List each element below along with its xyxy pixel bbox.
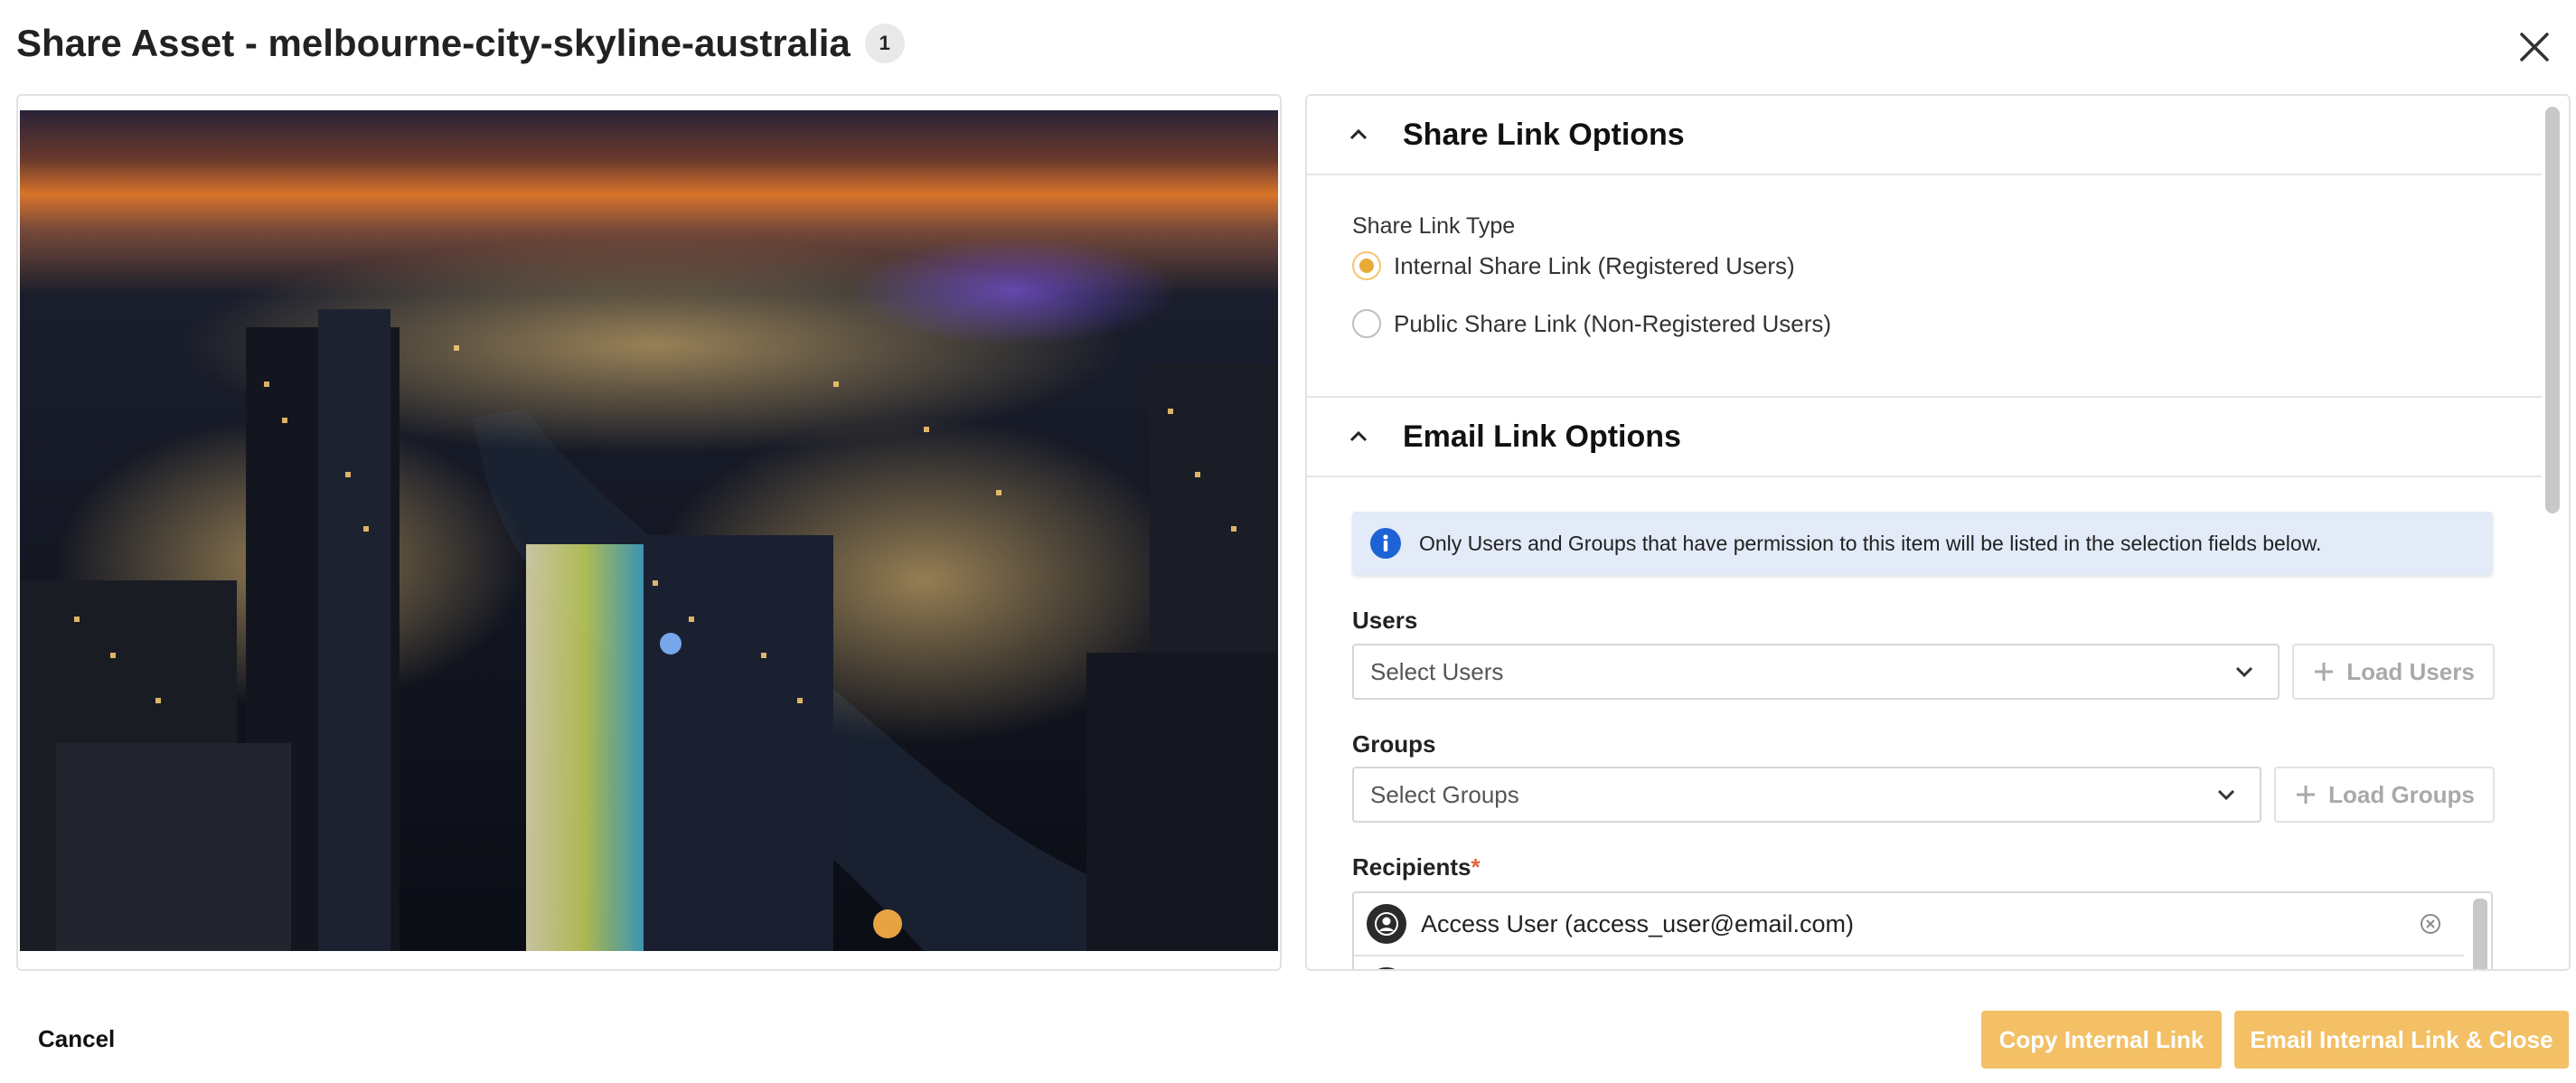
dialog-title-text: Share Asset - melbourne-city-skyline-aus… xyxy=(16,22,851,64)
close-button[interactable] xyxy=(2515,27,2554,67)
recipient-name: Access User (access_user@email.com) xyxy=(1421,909,1855,937)
options-scrollbar-thumb[interactable] xyxy=(2545,107,2560,513)
plus-icon xyxy=(2315,663,2334,681)
remove-circle-icon[interactable] xyxy=(2419,912,2442,936)
share-link-type-label: Share Link Type xyxy=(1352,213,1516,239)
dialog-title: Share Asset - melbourne-city-skyline-aus… xyxy=(16,22,905,65)
groups-select-placeholder: Select Groups xyxy=(1370,780,1519,808)
load-users-button[interactable]: Load Users xyxy=(2292,644,2495,700)
close-icon xyxy=(2520,33,2549,61)
plus-icon xyxy=(2297,786,2316,804)
share-link-options-header[interactable]: Share Link Options xyxy=(1307,96,2542,175)
recipient-item-partial xyxy=(1354,956,2464,969)
email-link-options-header[interactable]: Email Link Options xyxy=(1307,398,2542,477)
chevron-down-icon xyxy=(2213,781,2240,808)
recipients-scrollbar[interactable] xyxy=(2473,899,2487,969)
users-select-placeholder: Select Users xyxy=(1370,657,1504,685)
radio-public-button[interactable] xyxy=(1352,309,1381,338)
radio-public-label: Public Share Link (Non-Registered Users) xyxy=(1394,309,1832,337)
share-link-options-title: Share Link Options xyxy=(1403,117,1685,152)
groups-select[interactable]: Select Groups xyxy=(1352,767,2261,823)
recipients-label-text: Recipients xyxy=(1352,853,1471,881)
share-options-panel: Share Link Options Share Link Type Inter… xyxy=(1305,94,2571,971)
groups-label: Groups xyxy=(1352,730,1436,758)
required-marker: * xyxy=(1471,853,1481,881)
radio-internal-label: Internal Share Link (Registered Users) xyxy=(1394,251,1795,279)
email-internal-link-button[interactable]: Email Internal Link & Close xyxy=(2234,1011,2569,1069)
radio-public-link[interactable]: Public Share Link (Non-Registered Users) xyxy=(1352,309,1831,338)
options-scrollbar[interactable] xyxy=(2543,99,2565,965)
recipients-label: Recipients* xyxy=(1352,853,1481,881)
email-link-options-title: Email Link Options xyxy=(1403,419,1681,454)
asset-preview-panel xyxy=(16,94,1282,971)
copy-internal-link-button[interactable]: Copy Internal Link xyxy=(1981,1011,2222,1069)
cancel-button[interactable]: Cancel xyxy=(38,1025,115,1053)
asset-preview-image xyxy=(20,110,1278,951)
user-avatar-icon xyxy=(1367,904,1406,944)
users-label: Users xyxy=(1352,607,1418,634)
user-avatar-icon xyxy=(1367,967,1406,969)
permission-info-banner: Only Users and Groups that have permissi… xyxy=(1352,512,2493,575)
permission-info-text: Only Users and Groups that have permissi… xyxy=(1419,531,2322,555)
recipient-item: Access User (access_user@email.com) xyxy=(1354,893,2464,956)
load-users-label: Load Users xyxy=(2346,657,2475,685)
chevron-up-icon xyxy=(1345,423,1372,450)
radio-internal-link[interactable]: Internal Share Link (Registered Users) xyxy=(1352,251,1795,280)
users-select[interactable]: Select Users xyxy=(1352,644,2280,700)
info-icon xyxy=(1370,528,1401,559)
recipients-list[interactable]: Access User (access_user@email.com) xyxy=(1352,891,2493,969)
chevron-down-icon xyxy=(2231,658,2258,685)
load-groups-button[interactable]: Load Groups xyxy=(2274,767,2495,823)
asset-count-badge: 1 xyxy=(864,24,905,63)
radio-internal-button[interactable] xyxy=(1352,251,1381,280)
chevron-up-icon xyxy=(1345,121,1372,148)
share-asset-dialog: Share Asset - melbourne-city-skyline-aus… xyxy=(0,0,2576,1083)
load-groups-label: Load Groups xyxy=(2328,780,2475,808)
